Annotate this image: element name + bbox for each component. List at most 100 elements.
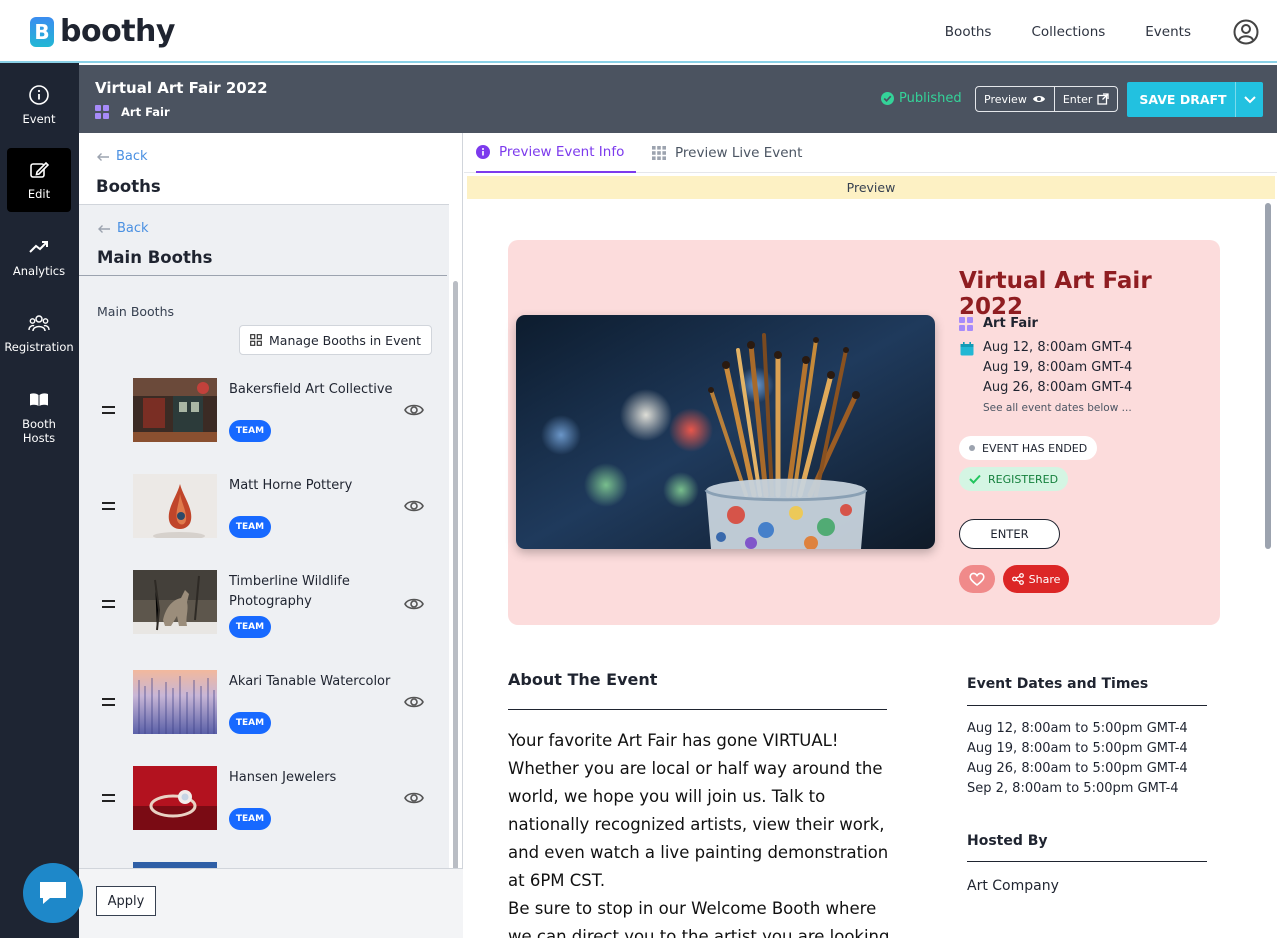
event-date-item: Aug 12, 8:00am to 5:00pm GMT-4 bbox=[967, 721, 1188, 736]
preview-dates: Aug 12, 8:00am GMT-4 Aug 19, 8:00am GMT-… bbox=[983, 338, 1132, 398]
drag-handle-icon[interactable] bbox=[102, 698, 115, 706]
drag-handle-icon[interactable] bbox=[102, 794, 115, 802]
tab-preview-live-event[interactable]: Preview Live Event bbox=[652, 133, 802, 173]
leftnav-analytics-label: Analytics bbox=[12, 264, 66, 278]
team-badge: TEAM bbox=[229, 516, 271, 538]
event-category-label: Art Fair bbox=[121, 105, 170, 119]
left-nav: Event Edit Analytics Registration Booth … bbox=[0, 63, 79, 938]
top-bar: B boothy Booths Collections Events bbox=[0, 0, 1277, 63]
people-icon bbox=[28, 315, 50, 332]
hosted-by-heading: Hosted By bbox=[967, 833, 1048, 849]
drag-handle-icon[interactable] bbox=[102, 600, 115, 608]
back-link[interactable]: Back bbox=[96, 149, 148, 164]
dates-heading: Event Dates and Times bbox=[967, 676, 1149, 692]
event-date-item: Aug 26, 8:00am to 5:00pm GMT-4 bbox=[967, 761, 1188, 776]
enter-button-label: Enter bbox=[1062, 92, 1093, 106]
event-category: Art Fair bbox=[95, 105, 170, 119]
eye-icon[interactable] bbox=[404, 596, 424, 612]
booth-thumbnail bbox=[133, 670, 217, 734]
panel-title: Booths bbox=[96, 177, 161, 196]
favorite-button[interactable] bbox=[959, 565, 995, 593]
booth-thumbnail bbox=[133, 474, 217, 538]
about-heading: About The Event bbox=[508, 670, 658, 689]
tab-preview-event-info-label: Preview Event Info bbox=[499, 144, 625, 160]
status-label: Published bbox=[899, 91, 962, 106]
section-label: Main Booths bbox=[97, 304, 175, 319]
apply-button[interactable]: Apply bbox=[96, 886, 156, 916]
manage-booths-label: Manage Booths in Event bbox=[269, 332, 421, 348]
enter-event-button[interactable]: ENTER bbox=[959, 519, 1060, 549]
team-badge: TEAM bbox=[229, 616, 271, 638]
leftnav-analytics[interactable]: Analytics bbox=[7, 225, 71, 289]
preview-date: Aug 19, 8:00am GMT-4 bbox=[983, 360, 1133, 375]
about-paragraph: Your favorite Art Fair has gone VIRTUAL!… bbox=[508, 731, 889, 890]
booth-row: Timberline Wildlife Photography TEAM bbox=[79, 570, 439, 650]
leftnav-booth-hosts[interactable]: Booth Hosts bbox=[7, 381, 71, 453]
booth-name: Matt Horne Pottery bbox=[229, 478, 353, 493]
trending-up-icon bbox=[29, 241, 48, 253]
booth-thumbnail bbox=[133, 378, 217, 442]
share-icon bbox=[1011, 573, 1024, 585]
info-icon bbox=[476, 145, 490, 159]
preview-category-label: Art Fair bbox=[983, 316, 1038, 331]
booth-row: Bakersfield Art Collective TEAM bbox=[79, 378, 439, 458]
eye-icon[interactable] bbox=[404, 498, 424, 514]
info-icon bbox=[29, 85, 49, 105]
boothy-logo[interactable]: B boothy bbox=[30, 14, 175, 49]
event-hero-image bbox=[516, 315, 935, 549]
drag-handle-icon[interactable] bbox=[102, 406, 115, 414]
topnav-events[interactable]: Events bbox=[1145, 24, 1191, 40]
enter-button[interactable]: Enter bbox=[1053, 87, 1118, 111]
preview-tabs: Preview Event Info Preview Live Event bbox=[464, 133, 1277, 173]
heart-icon bbox=[969, 572, 985, 586]
booth-row: Akari Tanable Watercolor TEAM bbox=[79, 670, 439, 750]
leftnav-registration-label: Registration bbox=[4, 340, 74, 354]
panel-scrollbar[interactable] bbox=[453, 281, 458, 873]
category-grid-icon bbox=[959, 316, 973, 331]
main-booths-subpanel: Back Main Booths Main Booths Manage Boot… bbox=[79, 204, 458, 938]
event-ended-label: EVENT HAS ENDED bbox=[982, 441, 1088, 455]
registered-label: REGISTERED bbox=[988, 472, 1059, 486]
leftnav-edit[interactable]: Edit bbox=[7, 148, 71, 212]
user-account-icon[interactable] bbox=[1233, 19, 1259, 45]
booth-name: Bakersfield Art Collective bbox=[229, 382, 393, 397]
save-draft-button[interactable]: SAVE DRAFT bbox=[1127, 82, 1263, 117]
chevron-down-icon[interactable] bbox=[1235, 82, 1263, 117]
eye-icon[interactable] bbox=[404, 694, 424, 710]
booth-row: Matt Horne Pottery TEAM bbox=[79, 474, 439, 554]
sub-back-label: Back bbox=[117, 221, 149, 236]
booth-thumbnail bbox=[133, 766, 217, 830]
team-badge: TEAM bbox=[229, 712, 271, 734]
book-icon bbox=[30, 393, 48, 406]
check-icon bbox=[969, 474, 981, 484]
preview-date: Aug 26, 8:00am GMT-4 bbox=[983, 380, 1133, 395]
top-nav: Booths Collections Events bbox=[945, 24, 1191, 40]
status-dot-icon bbox=[969, 445, 975, 451]
logo-mark: B bbox=[30, 16, 54, 47]
edit-icon bbox=[30, 161, 50, 178]
subpanel-title: Main Booths bbox=[97, 248, 213, 267]
registered-chip: REGISTERED bbox=[959, 467, 1069, 491]
share-label: Share bbox=[1028, 572, 1061, 586]
preview-scrollbar[interactable] bbox=[1265, 203, 1271, 549]
booth-row: Hansen Jewelers TEAM bbox=[79, 766, 439, 846]
eye-icon[interactable] bbox=[404, 402, 424, 418]
chat-bubble-icon[interactable] bbox=[23, 863, 83, 923]
preview-button[interactable]: Preview bbox=[976, 87, 1054, 111]
apply-bar: Apply bbox=[79, 868, 463, 938]
topnav-collections[interactable]: Collections bbox=[1031, 24, 1105, 40]
drag-handle-icon[interactable] bbox=[102, 502, 115, 510]
eye-icon[interactable] bbox=[404, 790, 424, 806]
preview-date: Aug 12, 8:00am GMT-4 bbox=[983, 340, 1133, 355]
preview-strip: Preview bbox=[467, 176, 1275, 199]
see-all-dates-link[interactable]: See all event dates below ... bbox=[983, 402, 1132, 414]
manage-booths-button[interactable]: Manage Booths in Event bbox=[239, 325, 432, 355]
leftnav-event[interactable]: Event bbox=[7, 73, 71, 137]
sub-back-link[interactable]: Back bbox=[97, 221, 149, 236]
divider bbox=[967, 705, 1207, 706]
leftnav-registration[interactable]: Registration bbox=[4, 301, 74, 365]
tab-preview-event-info[interactable]: Preview Event Info bbox=[476, 133, 637, 173]
topnav-booths[interactable]: Booths bbox=[945, 24, 992, 40]
tab-preview-live-event-label: Preview Live Event bbox=[675, 145, 803, 161]
share-button[interactable]: Share bbox=[1003, 565, 1069, 593]
